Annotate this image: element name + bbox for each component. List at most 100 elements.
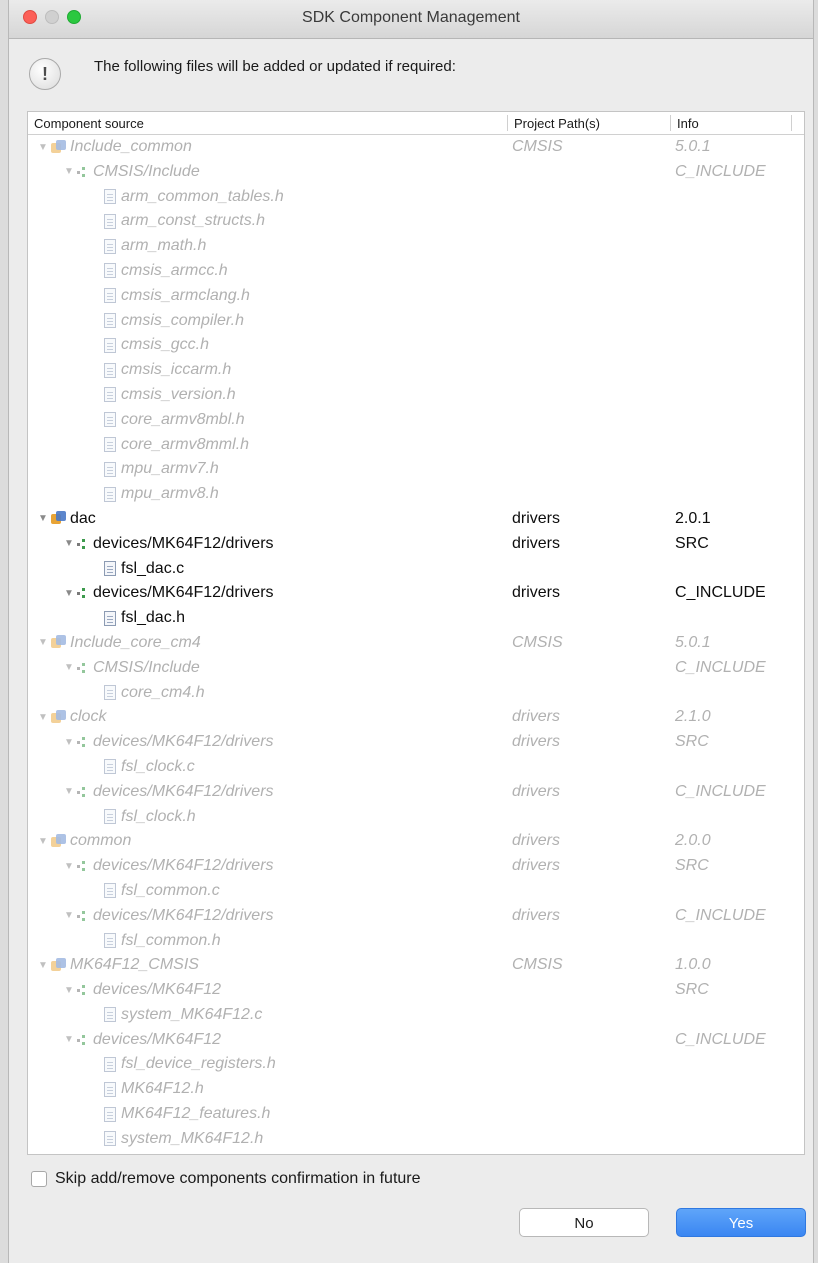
tree-row-file[interactable]: fsl_common.c [28,879,804,904]
tree-row-file[interactable]: arm_const_structs.h [28,209,804,234]
tree-row-file[interactable]: cmsis_compiler.h [28,309,804,334]
tree-row-folder[interactable]: ▼ CMSIS/Include C_INCLUDE [28,656,804,681]
tree-row-folder[interactable]: ▼ devices/MK64F12/drivers drivers C_INCLUDE [28,904,804,929]
expand-toggle-icon[interactable]: ▼ [64,861,76,872]
component-icon [50,957,67,974]
header-divider[interactable] [507,115,508,131]
source-cell: ▼ MK64F12_CMSIS [38,956,199,974]
expand-toggle-icon[interactable]: ▼ [64,588,76,599]
tree-row-component[interactable]: ▼ Include_common CMSIS 5.0.1 [28,135,804,160]
tree-row-component[interactable]: ▼ Include_core_cm4 CMSIS 5.0.1 [28,631,804,656]
folder-icon [76,165,90,179]
expand-toggle-icon[interactable]: ▼ [38,142,50,153]
tree-row-file[interactable]: core_cm4.h [28,681,804,706]
tree-row-file[interactable]: arm_common_tables.h [28,185,804,210]
tree-row-file[interactable]: MK64F12_features.h [28,1102,804,1127]
tree-row-file[interactable]: fsl_common.h [28,929,804,954]
tree-row-component[interactable]: ▼ MK64F12_CMSIS CMSIS 1.0.0 [28,953,804,978]
tree-row-folder[interactable]: ▼ devices/MK64F12 C_INCLUDE [28,1028,804,1053]
skip-confirmation-checkbox[interactable] [31,1171,47,1187]
expand-toggle-icon[interactable]: ▼ [38,836,50,847]
component-tree-table[interactable]: Component source Project Path(s) Info ▼ I… [27,111,805,1155]
yes-button[interactable]: Yes [676,1208,806,1237]
header-info[interactable]: Info [677,116,699,131]
expand-toggle-icon[interactable]: ▼ [64,910,76,921]
file-icon [104,1007,116,1023]
source-cell: cmsis_version.h [104,386,236,404]
info-cell: 2.0.0 [675,832,711,850]
expand-toggle-icon[interactable]: ▼ [64,538,76,549]
header-divider[interactable] [670,115,671,131]
no-button[interactable]: No [519,1208,649,1237]
file-label: fsl_dac.c [121,559,185,577]
tree-row-file[interactable]: system_MK64F12.h [28,1127,804,1152]
expand-toggle-icon[interactable]: ▼ [38,960,50,971]
folder-label: devices/MK64F12/drivers [93,733,274,751]
tree-row-file[interactable]: mpu_armv8.h [28,482,804,507]
tree-row-file[interactable]: cmsis_armcc.h [28,259,804,284]
source-cell: cmsis_iccarm.h [104,361,231,379]
source-cell: cmsis_compiler.h [104,312,244,330]
tree-row-file[interactable]: MK64F12.h [28,1077,804,1102]
source-cell: ▼ common [38,832,131,850]
tree-row-file[interactable]: core_armv8mbl.h [28,408,804,433]
source-cell: system_MK64F12.h [104,1130,263,1148]
header-project-paths[interactable]: Project Path(s) [514,116,600,131]
tree-row-file[interactable]: system_MK64F12.c [28,1003,804,1028]
tree-row-file[interactable]: fsl_dac.h [28,606,804,631]
tree-row-folder[interactable]: ▼ devices/MK64F12/drivers drivers SRC [28,532,804,557]
tree-row-file[interactable]: fsl_dac.c [28,557,804,582]
component-label: MK64F12_CMSIS [70,956,199,974]
expand-toggle-icon[interactable]: ▼ [38,513,50,524]
tree-row-folder[interactable]: ▼ CMSIS/Include C_INCLUDE [28,160,804,185]
file-label: fsl_device_registers.h [121,1055,276,1073]
tree-row-folder[interactable]: ▼ devices/MK64F12 SRC [28,978,804,1003]
file-icon [104,1106,116,1122]
tree-row-file[interactable]: core_armv8mml.h [28,433,804,458]
tree-row-component[interactable]: ▼ dac drivers 2.0.1 [28,507,804,532]
expand-toggle-icon[interactable]: ▼ [38,712,50,723]
tree-row-file[interactable]: arm_math.h [28,234,804,259]
source-cell: fsl_clock.h [104,808,196,826]
tree-row-file[interactable]: cmsis_version.h [28,383,804,408]
file-label: cmsis_gcc.h [121,336,210,354]
tree-row-folder[interactable]: ▼ devices/MK64F12/drivers drivers SRC [28,730,804,755]
file-label: fsl_common.h [121,931,221,949]
tree-row-component[interactable]: ▼ common drivers 2.0.0 [28,829,804,854]
tree-row-component[interactable]: ▼ clock drivers 2.1.0 [28,705,804,730]
project-path-cell: drivers [512,708,561,726]
expand-toggle-icon[interactable]: ▼ [64,786,76,797]
tree-row-file[interactable]: cmsis_armclang.h [28,284,804,309]
expand-toggle-icon[interactable]: ▼ [64,662,76,673]
tree-row-file[interactable]: mpu_armv7.h [28,457,804,482]
tree-row-folder[interactable]: ▼ devices/MK64F12/drivers drivers C_INCLUDE [28,780,804,805]
tree-row-file[interactable]: cmsis_iccarm.h [28,358,804,383]
tree-row-folder[interactable]: ▼ devices/MK64F12/drivers drivers SRC [28,854,804,879]
file-icon [104,362,116,378]
folder-label: devices/MK64F12/drivers [93,534,274,552]
skip-confirmation-option[interactable]: Skip add/remove components confirmation … [31,1170,421,1188]
expand-toggle-icon[interactable]: ▼ [64,737,76,748]
tree-row-file[interactable]: fsl_device_registers.h [28,1052,804,1077]
source-cell: mpu_armv8.h [104,485,219,503]
source-cell: ▼ devices/MK64F12 [64,1031,221,1049]
folder-icon [76,537,90,551]
project-path-cell: drivers [512,534,561,552]
expand-toggle-icon[interactable]: ▼ [64,166,76,177]
source-cell: cmsis_armclang.h [104,287,250,305]
tree-row-file[interactable]: fsl_clock.c [28,755,804,780]
tree-row-folder[interactable]: ▼ devices/MK64F12/drivers drivers C_INCLUDE [28,581,804,606]
expand-toggle-icon[interactable]: ▼ [38,637,50,648]
source-cell: fsl_device_registers.h [104,1055,276,1073]
source-cell: ▼ devices/MK64F12/drivers [64,907,274,925]
file-label: core_armv8mbl.h [121,410,245,428]
tree-row-file[interactable]: fsl_clock.h [28,805,804,830]
project-path-cell: drivers [512,832,561,850]
tree-row-file[interactable]: cmsis_gcc.h [28,333,804,358]
skip-confirmation-label: Skip add/remove components confirmation … [55,1170,421,1187]
expand-toggle-icon[interactable]: ▼ [64,985,76,996]
file-icon [104,486,116,502]
header-component-source[interactable]: Component source [34,116,144,131]
expand-toggle-icon[interactable]: ▼ [64,1034,76,1045]
file-icon [104,412,116,428]
